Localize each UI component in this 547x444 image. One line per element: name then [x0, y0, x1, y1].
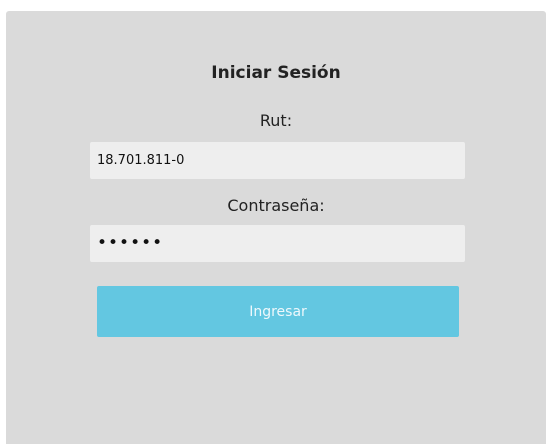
login-title: Iniciar Sesión	[211, 63, 341, 83]
login-panel: Iniciar Sesión Rut: Contraseña: •••••• I…	[6, 11, 546, 444]
rut-label: Rut:	[259, 111, 293, 130]
login-button[interactable]: Ingresar	[97, 286, 459, 337]
password-input[interactable]: ••••••	[90, 225, 465, 262]
password-label: Contraseña:	[227, 196, 325, 215]
rut-input[interactable]	[90, 142, 465, 179]
